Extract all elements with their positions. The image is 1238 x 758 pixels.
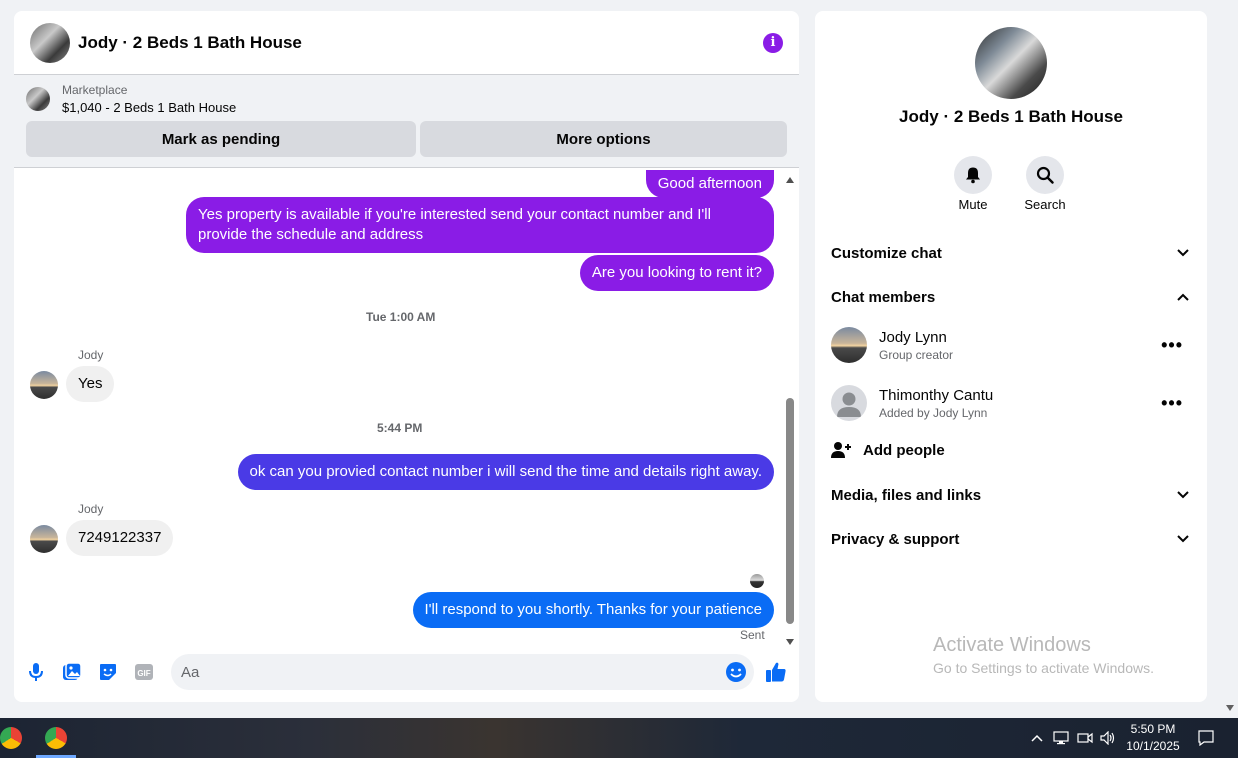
more-options-icon[interactable]: ••• (1161, 335, 1183, 356)
page-scrollbar[interactable] (1222, 0, 1238, 718)
privacy-support-section[interactable]: Privacy & support (831, 527, 1191, 551)
delivery-status: Sent (740, 628, 765, 642)
conversation-name: Jody · 2 Beds 1 Bath House (899, 107, 1123, 126)
listing-thumbnail[interactable] (26, 87, 50, 111)
read-receipt-avatar (750, 574, 764, 588)
scroll-down-arrow-icon[interactable] (1226, 705, 1234, 711)
add-people-label: Add people (863, 441, 945, 459)
mute-label: Mute (958, 197, 988, 212)
scroll-thumb[interactable] (786, 398, 794, 624)
scroll-down-arrow-icon[interactable] (786, 639, 794, 645)
scroll-up-arrow-icon[interactable] (786, 177, 794, 183)
mute-button[interactable] (954, 156, 992, 194)
gif-icon[interactable]: GIF (133, 661, 155, 683)
system-clock[interactable]: 5:50 PM 10/1/2025 (1122, 721, 1184, 755)
activate-windows-subtitle: Go to Settings to activate Windows. (933, 660, 1154, 676)
photo-icon[interactable] (61, 661, 83, 683)
meet-camera-icon[interactable] (1075, 728, 1095, 748)
add-people-button[interactable]: Add people (831, 441, 945, 459)
marketplace-label: Marketplace (62, 83, 128, 97)
sticker-icon[interactable] (97, 661, 119, 683)
clock-time: 5:50 PM (1130, 722, 1176, 736)
mark-as-pending-button[interactable]: Mark as pending (26, 121, 416, 157)
section-label: Media, files and links (831, 486, 982, 504)
svg-text:GIF: GIF (137, 669, 150, 678)
conversation-avatar-large[interactable] (975, 27, 1047, 99)
member-name: Jody Lynn (879, 328, 947, 346)
network-icon[interactable] (1051, 728, 1071, 748)
conversation-avatar[interactable] (30, 22, 70, 63)
message-bubble[interactable]: I'll respond to you shortly. Thanks for … (412, 592, 774, 628)
more-options-button[interactable]: More options (420, 121, 787, 157)
search-button[interactable] (1026, 156, 1064, 194)
chat-title[interactable]: Jody · 2 Beds 1 Bath House (78, 33, 302, 53)
add-person-icon (831, 442, 851, 458)
info-icon[interactable]: i (763, 32, 783, 53)
member-avatar[interactable] (831, 327, 867, 363)
customize-chat-section[interactable]: Customize chat (831, 241, 1191, 265)
message-bubble[interactable]: ok can you provied contact number i will… (237, 454, 774, 490)
member-role: Group creator (879, 347, 954, 362)
chevron-down-icon (1175, 531, 1191, 547)
search-icon (1036, 166, 1054, 184)
timestamp: Tue 1:00 AM (366, 310, 436, 324)
notification-icon[interactable] (1196, 728, 1216, 748)
message-bubble[interactable]: Yes (66, 366, 115, 402)
message-list: Good afternoon Yes property is available… (14, 170, 799, 645)
thumbs-up-icon[interactable] (765, 661, 787, 683)
activate-windows-title: Activate Windows (933, 634, 1091, 656)
chevron-down-icon (1175, 245, 1191, 261)
search-label: Search (1024, 197, 1066, 212)
sender-name: Jody (78, 502, 104, 516)
member-role: Added by Jody Lynn (879, 405, 988, 420)
emoji-icon[interactable] (725, 661, 747, 683)
chrome-profile-icon[interactable] (0, 727, 22, 749)
sender-avatar[interactable] (30, 371, 58, 399)
chrome-icon[interactable] (45, 727, 67, 749)
timestamp: 5:44 PM (377, 421, 423, 435)
member-row[interactable]: Jody Lynn Group creator ••• (831, 325, 1191, 365)
listing-title[interactable]: $1,040 - 2 Beds 1 Bath House (62, 100, 236, 115)
section-label: Chat members (831, 288, 936, 306)
marketplace-banner: Marketplace $1,040 - 2 Beds 1 Bath House… (14, 75, 799, 168)
chevron-up-icon (1175, 289, 1191, 305)
bell-icon (966, 167, 980, 184)
more-options-icon[interactable]: ••• (1161, 393, 1183, 414)
chat-header: Jody · 2 Beds 1 Bath House i (14, 11, 799, 75)
message-input[interactable] (171, 654, 754, 690)
default-user-icon (837, 392, 861, 417)
microphone-icon[interactable] (25, 661, 47, 683)
chevron-up-icon[interactable] (1028, 728, 1046, 748)
volume-icon[interactable] (1098, 728, 1118, 748)
member-row[interactable]: Thimonthy Cantu Added by Jody Lynn ••• (831, 383, 1191, 423)
media-files-section[interactable]: Media, files and links (831, 483, 1191, 507)
message-scrollbar[interactable] (784, 173, 796, 645)
section-label: Privacy & support (831, 530, 960, 548)
sender-name: Jody (78, 348, 104, 362)
section-label: Customize chat (831, 244, 942, 262)
message-bubble[interactable]: 7249122337 (66, 520, 174, 556)
composer: GIF (14, 651, 799, 695)
taskbar: 5:50 PM 10/1/2025 (0, 718, 1238, 758)
chevron-down-icon (1175, 487, 1191, 503)
conversation-details-panel: Jody · 2 Beds 1 Bath House Mute Search C… (815, 11, 1207, 702)
chat-members-section[interactable]: Chat members (831, 285, 1191, 309)
member-avatar[interactable] (831, 385, 867, 421)
sender-avatar[interactable] (30, 525, 58, 553)
message-bubble[interactable]: Are you looking to rent it? (579, 255, 774, 291)
chat-panel: Jody · 2 Beds 1 Bath House i Marketplace… (14, 11, 799, 702)
clock-date: 10/1/2025 (1126, 739, 1180, 753)
message-bubble[interactable]: Yes property is available if you're inte… (186, 197, 774, 253)
member-name: Thimonthy Cantu (879, 386, 994, 404)
message-bubble[interactable]: Good afternoon (645, 170, 774, 198)
